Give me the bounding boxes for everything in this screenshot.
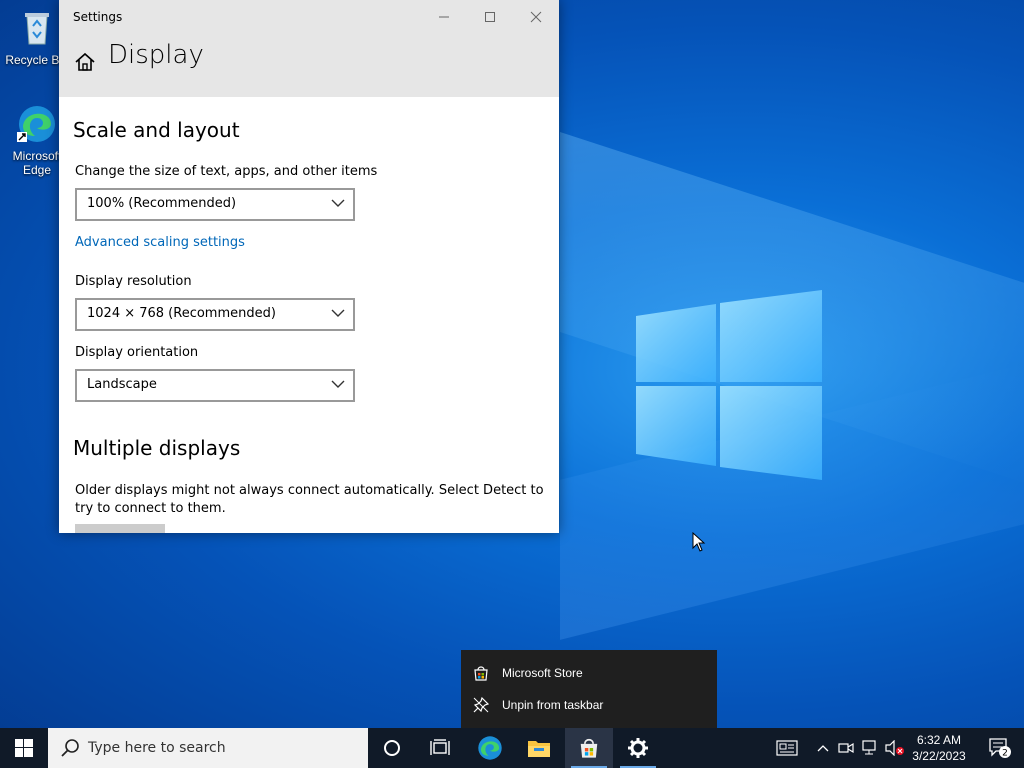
multiple-displays-text: try to connect to them. xyxy=(75,501,226,516)
close-icon xyxy=(530,11,542,23)
edge-icon xyxy=(478,736,502,760)
news-tray-button[interactable] xyxy=(772,728,802,768)
start-button[interactable] xyxy=(0,728,48,768)
taskbar-settings[interactable] xyxy=(614,728,662,768)
taskbar-clock[interactable]: 6:32 AM 3/22/2023 xyxy=(906,728,972,768)
news-icon xyxy=(776,740,798,756)
orientation-dropdown[interactable]: Landscape xyxy=(75,369,355,402)
network-button[interactable] xyxy=(860,728,882,768)
resolution-label: Display resolution xyxy=(75,274,192,289)
edge-icon xyxy=(17,106,55,142)
chevron-down-icon xyxy=(331,309,345,317)
orientation-dropdown-value: Landscape xyxy=(87,377,157,392)
detect-button[interactable] xyxy=(75,524,165,533)
page-header: Display xyxy=(59,34,559,97)
context-item-label: Unpin from taskbar xyxy=(502,698,604,712)
close-button[interactable] xyxy=(513,0,559,34)
window-title: Settings xyxy=(73,10,123,24)
context-item-label: Microsoft Store xyxy=(502,666,583,680)
chevron-up-icon xyxy=(817,745,829,752)
gear-icon xyxy=(628,738,648,758)
home-icon[interactable] xyxy=(73,50,97,74)
notification-count: 2 xyxy=(1002,749,1008,759)
window-titlebar[interactable]: Settings xyxy=(59,0,559,34)
minimize-icon xyxy=(439,16,449,18)
page-title: Display xyxy=(108,40,204,70)
maximize-icon xyxy=(485,12,495,22)
network-icon xyxy=(862,740,876,755)
resolution-dropdown[interactable]: 1024 × 768 (Recommended) xyxy=(75,298,355,331)
advanced-scaling-link[interactable]: Advanced scaling settings xyxy=(75,235,245,250)
action-center-button[interactable]: 2 xyxy=(980,728,1020,768)
chevron-down-icon xyxy=(331,380,345,388)
cortana-button[interactable] xyxy=(368,728,416,768)
task-view-button[interactable] xyxy=(416,728,464,768)
clock-date: 3/22/2023 xyxy=(912,749,966,763)
meet-now-button[interactable] xyxy=(836,728,856,768)
context-item-unpin[interactable]: Unpin from taskbar xyxy=(461,689,717,721)
taskbar-search-box[interactable]: Type here to search xyxy=(48,728,368,768)
section-heading-scale: Scale and layout xyxy=(73,118,240,142)
show-hidden-icons-button[interactable] xyxy=(812,728,834,768)
resolution-dropdown-value: 1024 × 768 (Recommended) xyxy=(87,306,276,321)
section-heading-multiple: Multiple displays xyxy=(73,436,241,460)
search-placeholder: Type here to search xyxy=(88,740,226,756)
maximize-button[interactable] xyxy=(467,0,513,34)
unpin-icon xyxy=(473,697,489,713)
windows-logo-wallpaper xyxy=(636,290,822,480)
settings-window: Settings Display Scale and layout Change… xyxy=(59,0,559,533)
taskbar: Type here to search 6:32 AM 3/22/2023 2 xyxy=(0,728,1024,768)
folder-icon xyxy=(528,741,550,757)
recycle-bin-icon xyxy=(25,13,49,45)
minimize-button[interactable] xyxy=(421,0,467,34)
windows-start-icon xyxy=(15,739,33,757)
taskbar-microsoft-store[interactable] xyxy=(565,728,613,768)
scale-dropdown-value: 100% (Recommended) xyxy=(87,196,237,211)
volume-muted-icon xyxy=(885,740,904,756)
notification-icon: 2 xyxy=(989,738,1011,759)
taskbar-file-explorer[interactable] xyxy=(515,728,563,768)
clock-time: 6:32 AM xyxy=(916,733,962,747)
volume-button[interactable] xyxy=(884,728,906,768)
taskbar-context-menu: Microsoft Store Unpin from taskbar xyxy=(461,650,717,728)
orientation-label: Display orientation xyxy=(75,345,199,360)
store-icon xyxy=(474,666,488,681)
camera-icon xyxy=(838,742,854,754)
taskbar-edge[interactable] xyxy=(466,728,514,768)
store-icon xyxy=(580,738,598,758)
search-icon xyxy=(61,739,79,757)
cortana-icon xyxy=(384,740,400,756)
context-item-microsoft-store[interactable]: Microsoft Store xyxy=(461,657,717,689)
scale-label: Change the size of text, apps, and other… xyxy=(75,164,378,179)
scale-dropdown[interactable]: 100% (Recommended) xyxy=(75,188,355,221)
mouse-cursor-icon xyxy=(692,532,706,552)
multiple-displays-text: Older displays might not always connect … xyxy=(75,483,544,498)
task-view-icon xyxy=(430,739,450,755)
chevron-down-icon xyxy=(331,199,345,207)
